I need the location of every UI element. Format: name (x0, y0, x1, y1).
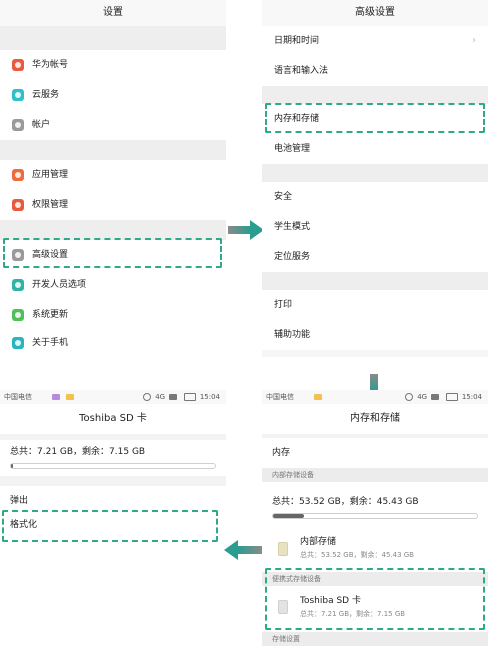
sd-usage-fill (11, 464, 14, 468)
network-type: 4G (155, 393, 166, 401)
section-gap (262, 272, 488, 290)
sd-card-screen: 中国电信 4G 15:04 Toshiba SD 卡 总共：7.21 GB，剩余… (0, 390, 226, 647)
section-gap (0, 476, 226, 486)
storage-title: 内存和存储 (262, 404, 488, 434)
item-label: 内存 (272, 448, 291, 458)
item-label: 安全 (274, 192, 293, 202)
item-label: 学生模式 (274, 222, 311, 232)
advanced-title: 高级设置 (262, 0, 488, 26)
storage-screen: 中国电信 4G 15:04 内存和存储 内存 内部存储设备 总共：53.52 G… (262, 390, 488, 647)
notification-icon (66, 394, 75, 400)
advanced-item-location[interactable]: 定位服务 (262, 242, 488, 272)
settings-item-cloud[interactable]: 云服务 (0, 80, 226, 110)
item-label: 语言和输入法 (274, 66, 329, 76)
storage-summary: 总共：53.52 GB，剩余：45.43 GB (272, 497, 419, 507)
apps-icon (12, 169, 24, 181)
signal-icon (169, 394, 178, 400)
section-gap (0, 220, 226, 240)
storage-settings-header: 存储设置 (262, 632, 488, 646)
notification-icon (314, 394, 322, 400)
internal-storage-name: 内部存储 (300, 537, 337, 547)
highlight-storage (265, 103, 485, 133)
clock: 15:04 (199, 393, 220, 401)
internal-storage-detail: 总共：53.52 GB，剩余：45.43 GB (300, 551, 414, 559)
section-gap (0, 26, 226, 50)
advanced-item-battery[interactable]: 电池管理 (262, 134, 488, 164)
sd-summary: 总共：7.21 GB，剩余：7.15 GB (10, 447, 146, 457)
item-label: 日期和时间 (274, 36, 320, 46)
settings-item-app-management[interactable]: 应用管理 (0, 160, 226, 190)
about-phone-icon (12, 337, 24, 349)
chevron-right-icon: › (472, 35, 476, 46)
cloud-icon (12, 89, 24, 101)
advanced-item-language[interactable]: 语言和输入法 (262, 56, 488, 86)
internal-usage-fill (273, 514, 304, 518)
internal-storage-item[interactable]: 内部存储 总共：53.52 GB，剩余：45.43 GB (262, 530, 488, 568)
section-gap (0, 434, 226, 440)
battery-icon (445, 393, 458, 401)
settings-item-huawei-account[interactable]: 华为帐号 (0, 50, 226, 80)
advanced-settings-screen: 高级设置 日期和时间 › 语言和输入法 内存和存储 电池管理 安全 学生模式 定… (262, 0, 488, 357)
carrier: 中国电信 (4, 393, 32, 401)
settings-screen: 设置 华为帐号 云服务 帐户 应用管理 权限管理 高级设置 开发人员选项 系统更… (0, 0, 226, 357)
highlight-format (2, 510, 218, 542)
huawei-account-icon (12, 59, 24, 71)
sd-card-title: Toshiba SD 卡 (0, 404, 226, 434)
item-label: 辅助功能 (274, 330, 311, 340)
advanced-item-date-time[interactable]: 日期和时间 › (262, 26, 488, 56)
storage-memory-item[interactable]: 内存 (262, 438, 488, 468)
settings-title: 设置 (0, 0, 226, 26)
permissions-icon (12, 199, 24, 211)
advanced-item-security[interactable]: 安全 (262, 182, 488, 212)
item-label: 定位服务 (274, 252, 311, 262)
alarm-icon (142, 393, 151, 401)
item-label: 权限管理 (32, 200, 69, 210)
clock: 15:04 (461, 393, 482, 401)
advanced-item-print[interactable]: 打印 (262, 290, 488, 320)
item-label: 打印 (274, 300, 293, 310)
settings-item-account[interactable]: 帐户 (0, 110, 226, 140)
settings-item-about-phone[interactable]: 关于手机 (0, 328, 226, 357)
item-label: 开发人员选项 (32, 280, 87, 290)
system-update-icon (12, 309, 24, 321)
developer-icon (12, 279, 24, 291)
advanced-item-student-mode[interactable]: 学生模式 (262, 212, 488, 242)
sd-usage-bar (10, 463, 216, 469)
carrier: 中国电信 (266, 393, 294, 401)
arrow-right-icon (228, 220, 264, 240)
network-type: 4G (417, 393, 428, 401)
signal-icon (431, 394, 440, 400)
item-label: 应用管理 (32, 170, 69, 180)
item-label: 电池管理 (274, 144, 311, 154)
status-bar: 中国电信 4G 15:04 (262, 390, 488, 404)
alarm-icon (404, 393, 413, 401)
highlight-advanced (3, 238, 222, 268)
settings-item-system-update[interactable]: 系统更新 (0, 300, 226, 330)
status-bar: 中国电信 4G 15:04 (0, 390, 226, 404)
item-label: 云服务 (32, 90, 60, 100)
internal-storage-icon (278, 542, 288, 556)
item-label: 系统更新 (32, 310, 69, 320)
highlight-portable-storage (265, 568, 485, 630)
item-label: 华为帐号 (32, 60, 69, 70)
arrow-left-icon (224, 540, 262, 560)
internal-section-header: 内部存储设备 (262, 468, 488, 482)
settings-item-developer[interactable]: 开发人员选项 (0, 270, 226, 300)
internal-usage-bar (272, 513, 478, 519)
settings-item-permissions[interactable]: 权限管理 (0, 190, 226, 220)
section-gap (0, 140, 226, 160)
account-icon (12, 119, 24, 131)
item-label: 关于手机 (32, 338, 69, 348)
item-label: 帐户 (32, 120, 51, 130)
advanced-item-accessibility[interactable]: 辅助功能 (262, 320, 488, 350)
section-gap (262, 164, 488, 182)
battery-icon (183, 393, 196, 401)
notification-icon (52, 394, 60, 400)
section-gap (262, 86, 488, 104)
